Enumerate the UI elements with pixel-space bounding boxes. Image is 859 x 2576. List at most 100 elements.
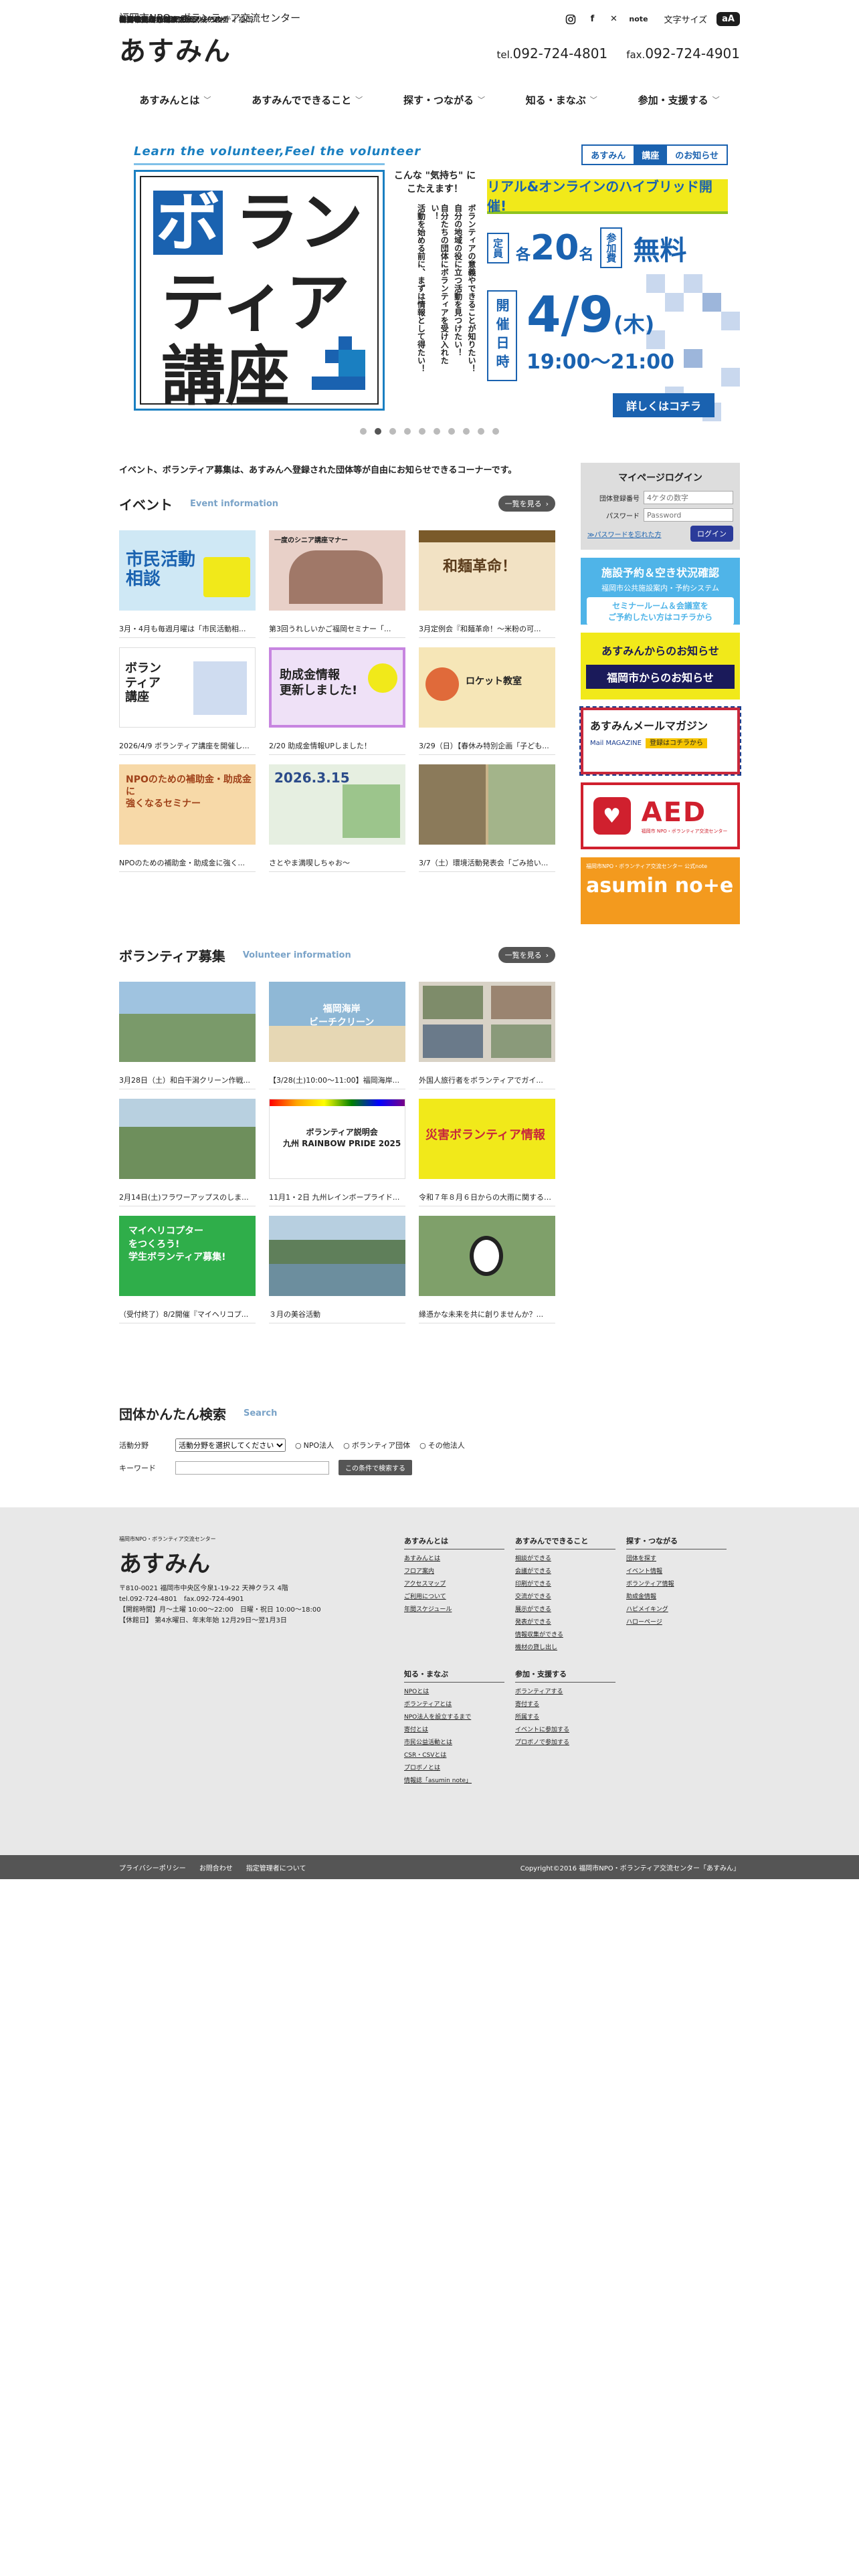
footer-link[interactable]: 市民公益活動とは [404,1737,515,1746]
contact-numbers: tel.092-724-4801 fax.092-724-4901 [496,45,740,62]
footer-link[interactable]: 交流ができる [515,1592,626,1600]
footer-link[interactable]: 寄付する [515,1699,626,1708]
slider-dot[interactable] [448,428,455,435]
slider-dots [119,428,740,435]
slider-dot[interactable] [375,428,381,435]
volunteer-card[interactable]: ３月の美谷活動 福岡市油山森林ボランティアの会 [119,15,405,1323]
footer-link[interactable]: プロボノとは [404,1763,515,1772]
x-icon[interactable]: ✕ [607,13,619,25]
slider-dot[interactable] [492,428,499,435]
nav-learn[interactable]: 知る・まなぶ ﹀ [526,93,597,107]
volunteer-more-button[interactable]: 一覧を見る › [498,947,555,963]
event-card[interactable]: NPOのための補助金・助成金に 強くなるセミナー NPOのための補助金・助成金に強… [119,15,256,872]
footer-link[interactable]: 発表ができる [515,1617,626,1626]
volunteer-thumbnail: ボランティア説明会 九州 RAINBOW PRIDE 2025 [269,1099,405,1179]
footer-link[interactable]: ハローページ [626,1617,737,1626]
footer-link[interactable]: アクセスマップ [404,1579,515,1588]
event-card[interactable]: ボランティア講座 2026/4/9 ボランティア講座を開催し... あすみん [119,15,256,755]
nav-about[interactable]: あすみんとは ﹀ [139,93,211,107]
slider-dot[interactable] [360,428,367,435]
volunteer-card[interactable]: マイヘリコプター をつくろう! 学生ボランティア募集! （受付終了）8/2開催『マ… [119,15,256,1323]
volunteer-card[interactable]: 外国人旅行者をボランティアでガイ... 福岡SGGクラブ [119,15,555,1089]
tel-number[interactable]: tel.092-724-4801 [496,45,607,62]
footer-link[interactable]: 情報誌「asumin note」 [404,1776,515,1784]
footer-link[interactable]: イベントに参加する [515,1725,626,1733]
keyword-input[interactable] [175,1461,329,1475]
footer-link[interactable]: 印刷ができる [515,1579,626,1588]
volunteer-card[interactable]: 2月14日(土)フラワーアップスのしま... 共育：フラワーアップスクール [119,15,256,1206]
id-input[interactable] [644,491,733,504]
notice-banner[interactable]: あすみんからのお知らせ 福岡市からのお知らせ [581,633,740,700]
footer-link[interactable]: 団体を探す [626,1553,737,1562]
font-size-button[interactable]: aA [717,12,740,26]
footer-link[interactable]: 相談ができる [515,1553,626,1562]
footer-link[interactable]: 寄付とは [404,1725,515,1733]
aed-banner[interactable]: ♥ AED 福岡市 NPO・ボランティア交流センター [581,782,740,849]
nav-services[interactable]: あすみんでできること ﹀ [252,93,363,107]
footer-link[interactable]: イベント情報 [626,1566,737,1575]
footer-link[interactable]: NPO法人を設立するまで [404,1712,515,1721]
slider-dot[interactable] [434,428,440,435]
nav-find[interactable]: 探す・つながる ﹀ [403,93,485,107]
footer-link[interactable]: ボランティア情報 [626,1579,737,1588]
privacy-link[interactable]: プライバシーポリシー [119,1862,186,1872]
login-button[interactable]: ログイン [690,526,733,542]
volunteer-card[interactable]: 災害ボランティア情報令和７年８月６日からの大雨に関する災害情報あすみん [119,15,555,1206]
event-card[interactable]: 和麺革命！ 3月定例会『和麺革命！〜米粉の可... 一般社団法人ふるさと創成の会 [119,15,555,638]
volunteer-card[interactable]: 福岡海岸 ビーチクリーン 【3/28(土)10:00〜11:00】福岡海岸... C… [119,15,405,1089]
slider-dot[interactable] [389,428,396,435]
footer-link[interactable]: 情報収集ができる [515,1630,626,1638]
radio-volunteer-group[interactable]: ボランティア団体 [343,1440,410,1451]
facility-booking-banner[interactable]: 施設予約＆空き状況確認 福岡市公共施設案内・予約システム セミナールーム＆会議室… [581,558,740,625]
event-card[interactable]: 一度のシニア講座マナー 第3回うれしいかご福岡セミナー「... うれしいかご 福岡 [119,15,405,638]
radio-npo[interactable]: NPO法人 [295,1440,335,1451]
event-card[interactable]: 2026.3.15 さとやま満喫しちゃお〜 NPO法人 musicGate [119,15,405,872]
footer-link[interactable]: ボランティアする [515,1687,626,1695]
radio-other[interactable]: その他法人 [419,1440,465,1451]
volunteer-card[interactable]: 縁憑かな未来を共に創りませんか？... ぐりーんぱんだ [119,15,555,1323]
footer-link[interactable]: 会議ができる [515,1566,626,1575]
event-card[interactable]: 3/7（土）環境活動発表会「ごみ拾い... 特定非営利活動法人 グリーンシティ福岡 [119,15,555,872]
footer-link[interactable]: プロボノで参加する [515,1737,626,1746]
event-title: 3/29（日）【春休み特別企画「子ども... [419,739,555,755]
footer-link[interactable]: 所属する [515,1712,626,1721]
hero-more-button[interactable]: 詳しくはコチラ [613,393,715,417]
password-input[interactable] [644,508,733,522]
slider-dot[interactable] [404,428,411,435]
instagram-icon[interactable] [565,13,577,25]
hero-slider[interactable]: Learn the volunteer,Feel the volunteer ボ… [119,140,740,421]
events-more-button[interactable]: 一覧を見る › [498,496,555,512]
management-link[interactable]: 指定管理者について [246,1862,306,1872]
volunteer-thumbnail: 災害ボランティア情報 [419,1099,555,1179]
footer-link[interactable]: あすみんとは [404,1553,515,1562]
note-banner[interactable]: 福岡市NPO・ボランティア交流センター 公式note asumin no+e [581,857,740,924]
footer-link[interactable]: 年間スケジュール [404,1604,515,1613]
forgot-password-link[interactable]: ≫パスワードを忘れた方 [587,529,661,539]
slider-dot[interactable] [463,428,470,435]
nav-join[interactable]: 参加・支援する ﹀ [638,93,720,107]
contact-link[interactable]: お問合わせ [199,1862,233,1872]
footer-link[interactable]: CSR・CSVとは [404,1750,515,1759]
volunteer-card[interactable]: 3月28日（土）和白干潟クリーン作戦... 和白干潟を守る会 [119,15,256,1089]
event-card[interactable]: 助成金情報 更新しました! 2/20 助成金情報UPしました！ あすみん [119,15,405,755]
event-card[interactable]: 市民活動 相談 3月・4月も毎週月曜は「市民活動相... あすみん [119,15,256,638]
search-button[interactable]: この条件で検索する [339,1460,412,1475]
volunteer-card[interactable]: ボランティア説明会 九州 RAINBOW PRIDE 2025 11月1・2日 九… [119,15,405,1206]
footer-link[interactable]: ご利用について [404,1592,515,1600]
field-select[interactable]: 活動分野を選択してください [175,1438,286,1452]
mail-magazine-banner[interactable]: あすみんメールマガジン Mail MAGAZINE 登録はコチラから [579,706,741,776]
footer-link[interactable]: 助成金情報 [626,1592,737,1600]
footer-link[interactable]: ハピメイキング [626,1604,737,1613]
facebook-icon[interactable]: f [586,13,598,25]
footer-link[interactable]: 機材の貸し出し [515,1642,626,1651]
note-icon[interactable]: note [629,15,648,23]
footer-link[interactable]: NPOとは [404,1687,515,1695]
slider-dot[interactable] [419,428,425,435]
footer-link[interactable]: 展示ができる [515,1604,626,1613]
event-title: 第3回うれしいかご福岡セミナー「... [269,622,405,638]
event-card[interactable]: ロケット教室 3/29（日）【春休み特別企画「子ども... 福岡市発達凸凹研究会 [119,15,555,755]
slider-dot[interactable] [478,428,484,435]
footer-link[interactable]: フロア案内 [404,1566,515,1575]
footer-logo[interactable]: あすみん [119,1545,404,1578]
footer-link[interactable]: ボランティアとは [404,1699,515,1708]
